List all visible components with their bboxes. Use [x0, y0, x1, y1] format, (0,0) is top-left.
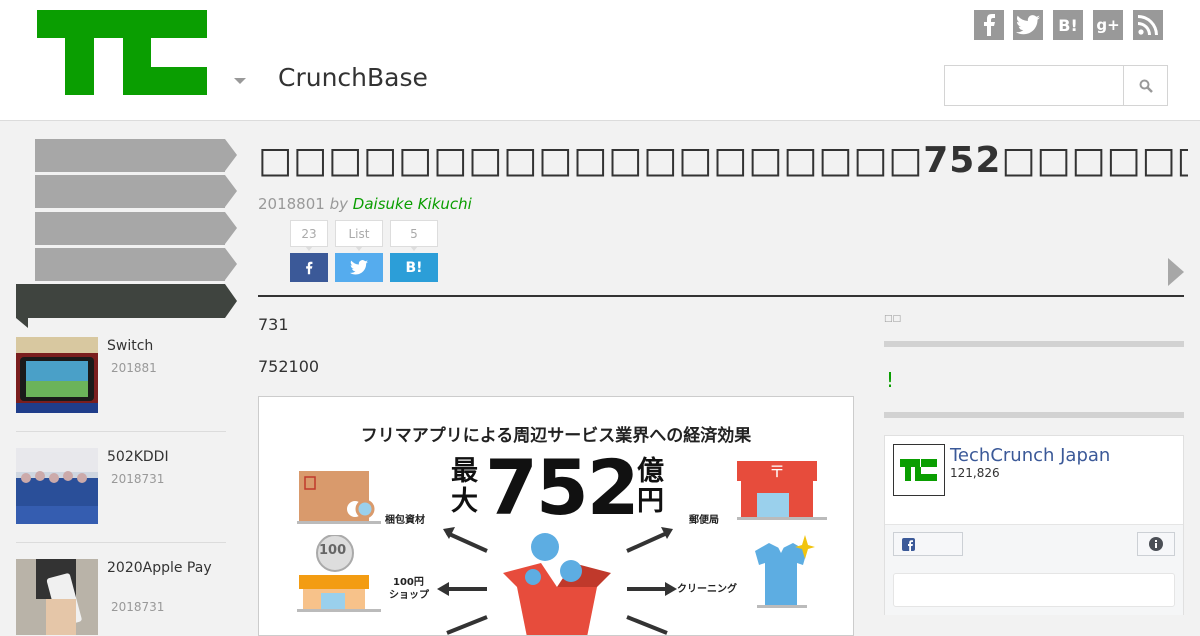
- twitter-share-button[interactable]: [335, 253, 383, 282]
- hatena-bookmark-icon[interactable]: B!: [1053, 10, 1083, 40]
- list-item-date: 2018731: [111, 472, 165, 486]
- hatena-share-count: 5: [390, 220, 438, 251]
- info-icon: [1149, 537, 1163, 551]
- nav-tab-fold: [16, 318, 28, 328]
- coin-label: 100: [319, 543, 347, 558]
- list-item-title[interactable]: Switch: [107, 337, 217, 355]
- divider: [16, 431, 226, 432]
- label-packing: 梱包資材: [385, 515, 425, 526]
- chevron-down-icon[interactable]: [234, 78, 246, 84]
- crunchbase-link[interactable]: CrunchBase: [278, 63, 428, 92]
- svg-text:〒: 〒: [769, 462, 785, 481]
- sidebar-label: □□: [884, 314, 902, 324]
- search-input[interactable]: [944, 65, 1124, 106]
- byline: 2018801 by Daisuke Kikuchi: [258, 195, 472, 213]
- hatena-share-button[interactable]: B!: [390, 253, 438, 282]
- facebook-share-count: 23: [290, 220, 328, 251]
- list-item-title[interactable]: 2020Apple Pay: [107, 559, 217, 577]
- mercari-box-illustration: [437, 527, 677, 635]
- article-paragraph: 731: [258, 315, 289, 334]
- facebook-feed-box: [893, 573, 1175, 607]
- nav-tab-active[interactable]: [16, 284, 237, 318]
- info-button[interactable]: [1137, 532, 1175, 556]
- facebook-icon: [902, 538, 915, 551]
- infographic-unit: 億円: [637, 456, 664, 517]
- nav-tab[interactable]: [35, 175, 237, 208]
- divider: [16, 542, 226, 543]
- search-button[interactable]: [1123, 65, 1168, 106]
- next-article-arrow[interactable]: [1168, 258, 1184, 286]
- infographic-image: フリマアプリによる周辺サービス業界への経済効果 最大 752 億円 梱包資材 〒…: [258, 396, 854, 636]
- list-item-date: 2018731: [111, 600, 165, 614]
- techcrunch-page-avatar[interactable]: [893, 444, 945, 496]
- article-title: □□□□□□□□□□□□□□□□□□□752□□□□□□□□□□□□□□□□□□…: [258, 140, 1188, 181]
- facebook-follower-count: 121,826: [950, 466, 1000, 480]
- twitter-icon[interactable]: [1013, 10, 1043, 40]
- nav-tab[interactable]: [35, 248, 237, 281]
- sidebar-exclaim: !: [886, 368, 895, 392]
- twitter-share-count: List: [335, 220, 383, 251]
- twitter-icon: [350, 260, 368, 275]
- list-item-date: 201881: [111, 361, 157, 375]
- rss-icon[interactable]: [1133, 10, 1163, 40]
- byline-by: by: [329, 195, 348, 213]
- techcrunch-logo[interactable]: [37, 10, 207, 95]
- label-cleaning: クリーニング: [677, 584, 737, 595]
- cleaning-shirt-icon: [755, 535, 815, 608]
- facebook-icon[interactable]: [974, 10, 1004, 40]
- author-link[interactable]: Daisuke Kikuchi: [353, 195, 472, 213]
- facebook-share-button[interactable]: [290, 253, 328, 282]
- divider: [258, 295, 1184, 297]
- label-shop: ショップ: [389, 590, 429, 601]
- site-header: CrunchBase B! g+: [0, 0, 1200, 121]
- nav-tab[interactable]: [35, 139, 237, 172]
- infographic-prefix: 最大: [451, 456, 478, 517]
- sidebar-bar: [884, 341, 1184, 347]
- label-post-office: 郵便局: [689, 515, 719, 526]
- article-paragraph: 752100: [258, 357, 320, 376]
- switch-thumbnail[interactable]: [16, 337, 98, 413]
- facebook-page-name[interactable]: TechCrunch Japan: [950, 445, 1110, 466]
- post-office-icon: 〒: [737, 461, 827, 520]
- kddi-thumbnail[interactable]: [16, 448, 98, 524]
- packing-box-icon: [297, 471, 381, 524]
- sidebar-bar: [884, 412, 1184, 418]
- list-item-title[interactable]: 502KDDI: [107, 448, 217, 466]
- facebook-like-button[interactable]: [893, 532, 963, 556]
- search-icon: [1139, 79, 1153, 93]
- facebook-icon: [306, 261, 313, 274]
- facebook-page-widget: TechCrunch Japan 121,826: [884, 435, 1184, 615]
- nav-tab[interactable]: [35, 212, 237, 245]
- infographic-amount: 752: [485, 443, 640, 532]
- google-plus-icon[interactable]: g+: [1093, 10, 1123, 40]
- apple-pay-thumbnail[interactable]: [16, 559, 98, 635]
- article-date: 2018801: [258, 195, 325, 213]
